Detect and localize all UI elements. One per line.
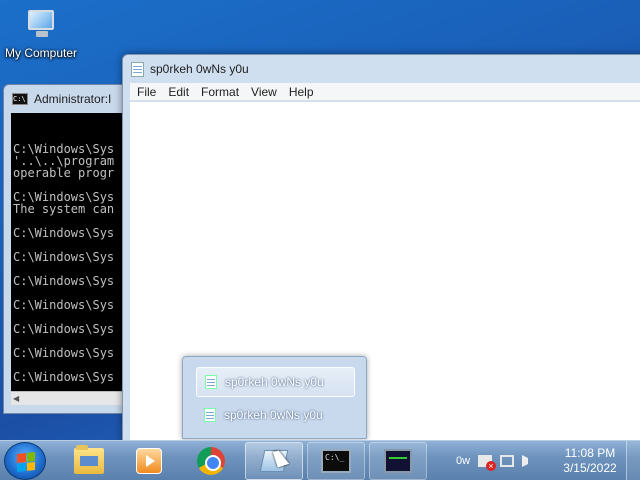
desktop-icon-my-computer[interactable]: My Computer — [2, 8, 80, 60]
taskbar-button-command-prompt[interactable]: C:\_ — [307, 442, 365, 480]
folder-icon — [74, 445, 104, 474]
desktop-icon-label: My Computer — [4, 46, 78, 60]
chrome-icon — [197, 447, 225, 475]
menu-edit[interactable]: Edit — [162, 85, 195, 99]
menu-view[interactable]: View — [245, 85, 283, 99]
task-manager-icon — [384, 449, 412, 473]
taskbar-button-media-player[interactable] — [120, 442, 178, 480]
system-tray: 0w — [456, 451, 534, 471]
tray-text[interactable]: 0w — [456, 455, 470, 467]
clock-time: 11:08 PM — [564, 446, 616, 460]
clock-date: 3/15/2022 — [563, 461, 617, 475]
cmd-icon: C:\_ — [321, 449, 351, 473]
computer-icon — [24, 8, 58, 40]
notepad-menu-bar: File Edit Format View Help — [130, 83, 640, 101]
media-player-icon — [136, 448, 162, 474]
menu-help[interactable]: Help — [283, 85, 320, 99]
window-list-item[interactable]: sp0rkeh 0wNs y0u — [196, 367, 355, 397]
cmd-window-title: Administrator: — [34, 92, 109, 106]
taskbar: C:\_ 0w 11:08 PM 3/15/2022 — [0, 440, 640, 480]
menu-file[interactable]: File — [131, 85, 162, 99]
menu-format[interactable]: Format — [195, 85, 245, 99]
taskbar-clock[interactable]: 11:08 PM 3/15/2022 — [556, 446, 624, 476]
action-center-flag-icon[interactable] — [478, 455, 497, 471]
notepad-icon — [131, 61, 144, 77]
taskbar-button-explorer[interactable] — [60, 442, 118, 480]
notepad-window-title: sp0rkeh 0wNs y0u — [150, 62, 249, 76]
notepad-icon — [204, 408, 216, 422]
cmd-icon: C:\ — [12, 93, 28, 105]
volume-icon[interactable] — [522, 455, 534, 467]
taskbar-window-list-popup: sp0rkeh 0wNs y0u sp0rkeh 0wNs y0u — [182, 356, 367, 439]
window-list-item-label: sp0rkeh 0wNs y0u — [225, 375, 324, 389]
taskbar-button-chrome[interactable] — [182, 442, 240, 480]
scroll-left-arrow-icon[interactable]: ◀ — [13, 394, 23, 404]
windows-logo-icon — [17, 452, 35, 472]
window-list-item-label: sp0rkeh 0wNs y0u — [224, 408, 323, 422]
notepad-icon — [205, 375, 217, 389]
start-button[interactable] — [4, 442, 46, 480]
taskbar-button-notepad[interactable] — [245, 442, 303, 480]
network-icon[interactable] — [500, 455, 515, 467]
notepad-title-bar[interactable]: sp0rkeh 0wNs y0u — [123, 55, 640, 83]
taskbar-button-task-manager[interactable] — [369, 442, 427, 480]
window-list-item[interactable]: sp0rkeh 0wNs y0u — [196, 400, 355, 430]
show-desktop-button[interactable] — [626, 441, 640, 480]
